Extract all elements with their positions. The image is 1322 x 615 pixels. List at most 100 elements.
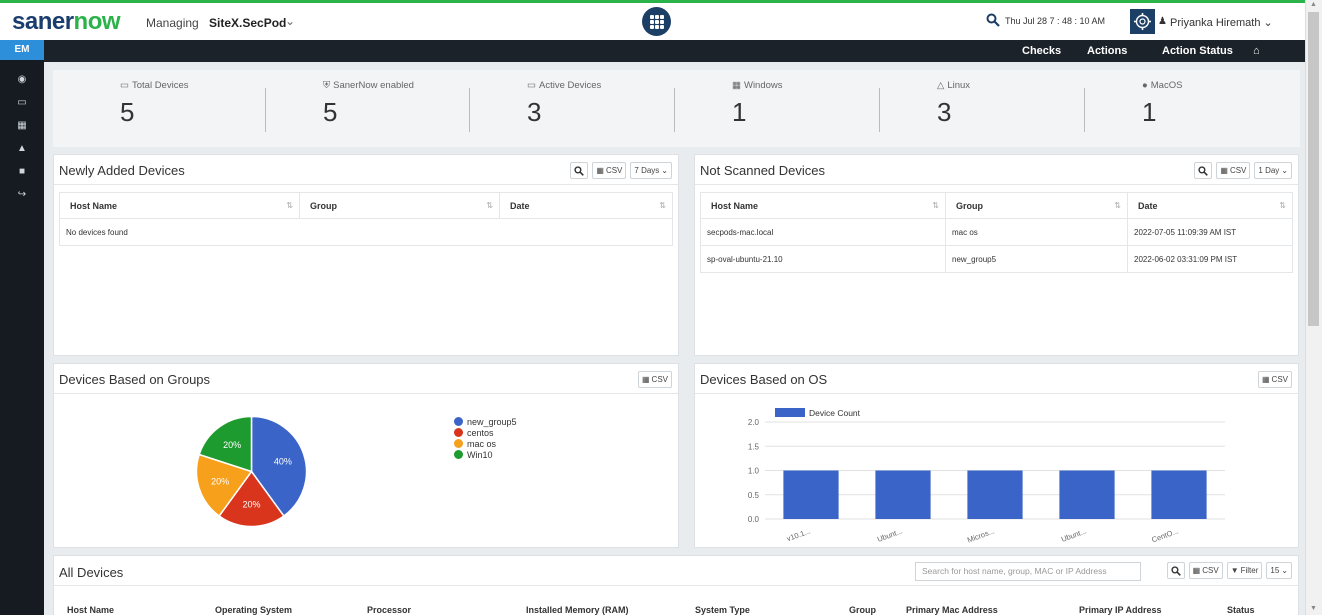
column-header-group[interactable]: Group ⇅ [945, 192, 1128, 219]
bar[interactable] [783, 470, 839, 520]
apps-grid-icon[interactable] [642, 7, 671, 36]
host-name-link[interactable]: sp-oval-ubuntu-21.10 [700, 245, 946, 273]
search-icon[interactable] [570, 162, 589, 179]
csv-button[interactable]: ▦ CSV [1216, 162, 1251, 179]
x-tick-label: CentO... [1150, 526, 1179, 544]
table-row[interactable]: secpods-mac.local mac os 2022-07-05 11:0… [700, 218, 1293, 246]
column-header-status[interactable]: Status [1227, 605, 1255, 615]
gear-icon[interactable] [1130, 9, 1155, 34]
filter-icon: ▼ [1230, 566, 1239, 575]
legend-item[interactable]: mac os [454, 438, 517, 449]
csv-button[interactable]: ▦ CSV [592, 162, 627, 179]
column-header-primary-ip[interactable]: Primary IP Address [1079, 605, 1162, 615]
column-header-host-name[interactable]: Host Name ⇅ [59, 192, 300, 219]
column-header-group[interactable]: Group [849, 605, 876, 615]
column-header-date[interactable]: Date ⇅ [499, 192, 673, 219]
range-select[interactable]: 1 Day ⌄ [1254, 162, 1292, 179]
home-icon[interactable]: ⌂ [1253, 45, 1260, 57]
host-name-link[interactable]: secpods-mac.local [700, 218, 946, 246]
stat-total-devices[interactable]: ▭ Total Devices 5 [120, 80, 325, 128]
action-status-link[interactable]: Action Status [1162, 45, 1233, 57]
legend-item[interactable]: centos [454, 427, 517, 438]
divider [54, 585, 1298, 586]
legend-label: mac os [467, 438, 497, 449]
bar[interactable] [967, 470, 1023, 520]
column-header-processor[interactable]: Processor [367, 605, 411, 615]
range-select[interactable]: 7 Days ⌄ [630, 162, 672, 179]
sanernow-logo[interactable]: sanernow [12, 8, 121, 36]
sort-icon[interactable]: ⇅ [286, 201, 293, 210]
y-tick-label: 2.0 [748, 418, 760, 427]
column-header-system-type[interactable]: System Type [695, 605, 750, 615]
chevron-down-icon[interactable]: ⌄ [285, 14, 295, 28]
column-header-date[interactable]: Date ⇅ [1127, 192, 1293, 219]
sort-icon[interactable]: ⇅ [659, 201, 666, 210]
site-selector[interactable]: SiteX.SecPod [209, 16, 286, 30]
bar[interactable] [875, 470, 931, 520]
scroll-up-arrow-icon[interactable]: ▲ [1310, 1, 1317, 8]
sort-icon[interactable]: ⇅ [1114, 201, 1121, 210]
panel-title: Not Scanned Devices [700, 163, 826, 178]
divider [54, 393, 678, 394]
stat-linux[interactable]: △ Linux 3 [937, 80, 1142, 128]
legend-swatch [454, 428, 463, 437]
csv-button[interactable]: ▦ CSV [637, 371, 672, 388]
search-icon[interactable] [986, 13, 1000, 30]
table-row[interactable]: sp-oval-ubuntu-21.10 new_group5 2022-06-… [700, 245, 1293, 273]
search-icon[interactable] [1166, 562, 1185, 579]
csv-button[interactable]: ▦ CSV [1257, 371, 1292, 388]
column-header-group[interactable]: Group ⇅ [299, 192, 500, 219]
filter-button[interactable]: ▼ Filter [1226, 562, 1263, 579]
column-header-primary-mac[interactable]: Primary Mac Address [906, 605, 998, 615]
column-header-installed-memory[interactable]: Installed Memory (RAM) [526, 605, 629, 615]
scrollbar-thumb[interactable] [1308, 12, 1319, 326]
warning-icon[interactable]: ▲ [16, 143, 28, 155]
pie-slice-label: 20% [211, 477, 229, 487]
page-size-select[interactable]: 15 ⌄ [1266, 562, 1292, 579]
stat-sanernow-enabled[interactable]: ⛨ SanerNow enabled 5 [323, 80, 528, 128]
groups-pie-chart: 40% 20% 20% 20% [195, 415, 308, 528]
search-icon[interactable] [1194, 162, 1213, 179]
nav-em-tab[interactable]: EM [0, 40, 44, 60]
sort-icon[interactable]: ⇅ [1279, 201, 1286, 210]
book-icon[interactable]: ■ [16, 166, 28, 178]
bar[interactable] [1151, 470, 1207, 520]
user-menu[interactable]: Priyanka Hiremath ⌄ [1170, 16, 1273, 29]
column-header-host-name[interactable]: Host Name [67, 605, 114, 615]
panel-title: Devices Based on OS [700, 372, 828, 387]
column-header-host-name[interactable]: Host Name ⇅ [700, 192, 946, 219]
not-scanned-table: Host Name ⇅ Group ⇅ Date ⇅ secpods-mac.loca… [700, 192, 1293, 273]
bar[interactable] [1059, 470, 1115, 520]
stat-active-devices[interactable]: ▭ Active Devices 3 [527, 80, 732, 128]
stat-label: Active Devices [538, 80, 602, 91]
csv-label: CSV [1202, 566, 1219, 575]
sort-icon[interactable]: ⇅ [486, 201, 493, 210]
csv-label: CSV [605, 166, 623, 175]
stat-windows[interactable]: ▦ Windows 1 [732, 80, 937, 128]
y-tick-label: 0.0 [748, 515, 760, 524]
column-header-operating-system[interactable]: Operating System [215, 605, 292, 615]
filter-label: Filter [1240, 566, 1259, 575]
monitor-icon[interactable]: ▭ [16, 97, 28, 109]
csv-label: CSV [651, 375, 668, 384]
panel-title: Devices Based on Groups [59, 372, 211, 387]
legend-item[interactable]: new_group5 [454, 416, 517, 427]
eye-icon[interactable]: ◉ [16, 74, 28, 86]
divider [265, 88, 266, 132]
stat-macos[interactable]: ● MacOS 1 [1142, 80, 1322, 128]
pie-slice-label: 40% [274, 456, 292, 466]
checks-link[interactable]: Checks [1022, 45, 1061, 57]
sort-icon[interactable]: ⇅ [932, 201, 939, 210]
csv-button[interactable]: ▦ CSV [1188, 562, 1223, 579]
legend-label: centos [467, 427, 494, 438]
search-input[interactable]: Search for host name, group, MAC or IP A… [915, 562, 1141, 581]
empty-message: No devices found [59, 218, 673, 246]
actions-link[interactable]: Actions [1087, 45, 1127, 57]
scroll-down-arrow-icon[interactable]: ▼ [1310, 605, 1317, 612]
column-label: Host Name [711, 200, 759, 211]
stats-strip: ▭ Total Devices 5 ⛨ SanerNow enabled 5 ▭ Ac… [53, 70, 1300, 147]
legend-item[interactable]: Win10 [454, 449, 517, 460]
stat-value: 1 [732, 97, 747, 127]
logout-icon[interactable]: ↪ [16, 189, 28, 201]
calendar-icon[interactable]: ▦ [16, 120, 28, 132]
